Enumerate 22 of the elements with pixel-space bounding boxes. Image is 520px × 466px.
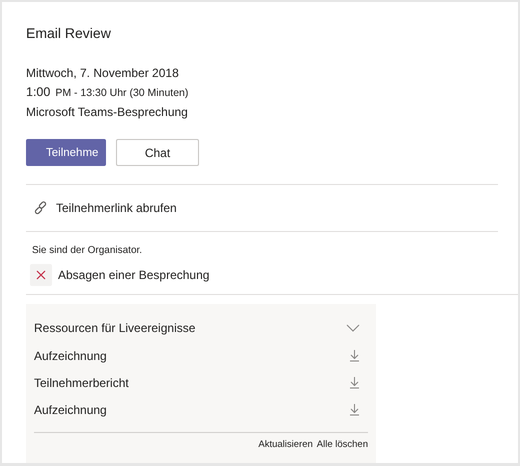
resource-item[interactable]: Aufzeichnung [34, 402, 107, 416]
chat-button[interactable]: Chat [116, 139, 199, 166]
organizer-note: Sie sind der Organisator. [31, 245, 144, 256]
meeting-date: Mittwoch, 7. November 2018 [26, 66, 180, 80]
join-button[interactable]: Teilnehme [26, 139, 106, 166]
refresh-button[interactable]: Aktualisieren [258, 439, 313, 450]
time-range: PM - 13:30 Uhr (30 Minuten) [55, 87, 188, 99]
participant-link[interactable]: Teilnehmerlink abrufen [56, 201, 177, 215]
download-icon[interactable] [349, 376, 360, 389]
resources-title: Ressourcen für Liveereignisse [34, 321, 196, 335]
download-icon[interactable] [349, 403, 360, 416]
start-time: 1:00 [26, 85, 50, 99]
meeting-title: Email Review [26, 25, 112, 43]
resource-item[interactable]: Teilnehmerbericht [34, 376, 129, 390]
cancel-icon[interactable] [30, 264, 52, 286]
link-icon [34, 201, 48, 215]
chevron-down-icon[interactable] [346, 324, 360, 332]
meeting-type: Microsoft Teams-Besprechung [26, 105, 189, 119]
clear-all-button[interactable]: Alle löschen [316, 439, 368, 450]
cancel-meeting-link[interactable]: Absagen einer Besprechung [58, 268, 210, 282]
download-icon[interactable] [349, 349, 360, 362]
resource-item[interactable]: Aufzeichnung [34, 348, 107, 362]
